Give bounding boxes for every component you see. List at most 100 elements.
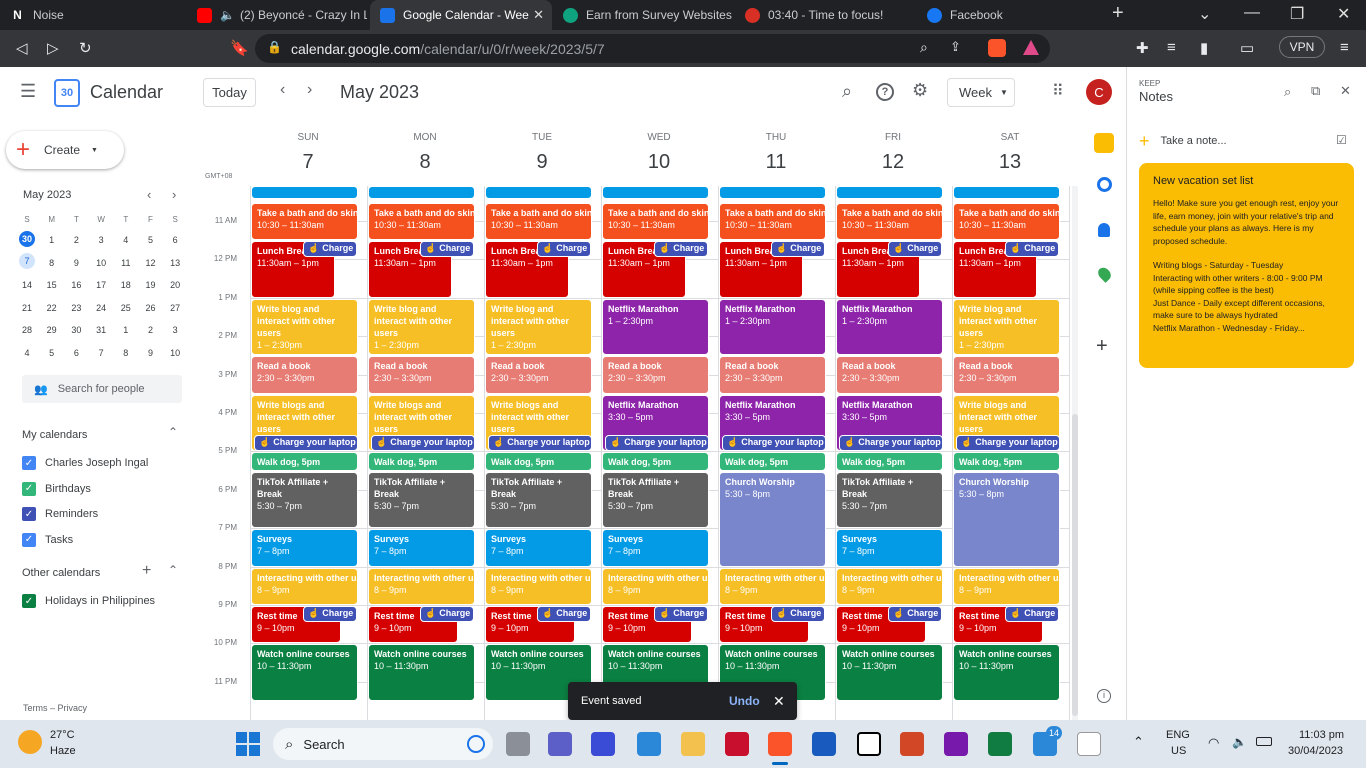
charge-laptop-reminder[interactable]: ☝ Charge	[771, 606, 825, 622]
playlist-icon[interactable]: ≡	[1167, 39, 1176, 56]
mini-next-icon[interactable]: ›	[172, 187, 176, 202]
calendar-event[interactable]: Interacting with other users8 – 9pm	[953, 567, 1060, 605]
charge-laptop-reminder[interactable]: ☝ Charge	[537, 606, 591, 622]
close-tab-icon[interactable]: ✕	[533, 7, 544, 23]
calendar-event[interactable]: Write blog and interact with other users…	[485, 298, 592, 356]
mini-day[interactable]: 26	[139, 303, 163, 313]
mini-day[interactable]: 27	[163, 303, 187, 313]
calendar-event[interactable]: Read a book 2:30 – 3:30pm	[953, 356, 1060, 394]
mini-day-selected[interactable]: 7	[19, 253, 35, 269]
contacts-icon[interactable]	[1098, 223, 1110, 237]
calendar-event[interactable]: Surveys 7 – 8pm	[602, 529, 709, 567]
calendar-event[interactable]: Take a bath and do skin 10:30 – 11:30am	[602, 202, 709, 241]
calendar-event[interactable]: Read a book 2:30 – 3:30pm	[719, 356, 826, 394]
mini-day[interactable]: 3	[163, 325, 187, 335]
mini-day[interactable]: 31	[89, 325, 113, 335]
calendar-event[interactable]: Walk dog, 5pm	[602, 452, 709, 471]
calendar-event[interactable]: Watch online courses 10 – 11:30pm	[953, 644, 1060, 701]
mini-day[interactable]: 13	[163, 258, 187, 268]
calendar-event[interactable]: Interacting with other users8 – 9pm	[368, 567, 475, 605]
calendar-event[interactable]: Surveys 7 – 8pm	[251, 529, 358, 567]
calendar-event[interactable]: Walk dog, 5pm	[251, 452, 358, 471]
grid-scrollbar[interactable]	[1072, 186, 1078, 720]
mini-day[interactable]: 9	[139, 348, 163, 358]
calendar-event[interactable]: Netflix Marathon 1 – 2:30pm	[602, 298, 709, 356]
calendar-event-partial[interactable]	[251, 186, 358, 199]
mini-day[interactable]: 9	[64, 258, 88, 268]
calendar-list-item[interactable]: ✓ Reminders	[22, 507, 98, 521]
tab-survey[interactable]: Earn from Survey Websites.	[553, 0, 733, 30]
charge-laptop-reminder[interactable]: ☝ Charge	[420, 606, 474, 622]
maps-icon[interactable]	[1095, 265, 1114, 283]
store-icon[interactable]	[637, 732, 661, 756]
calendar-event[interactable]: Walk dog, 5pm	[368, 452, 475, 471]
calendar-event[interactable]: TikTok Affiliate + Break 5:30 – 7pm	[368, 471, 475, 529]
word-icon[interactable]	[812, 732, 836, 756]
grid-scroll-thumb[interactable]	[1072, 414, 1078, 716]
calendar-list-item[interactable]: ✓ Birthdays	[22, 481, 91, 496]
calendar-event[interactable]: Interacting with other users8 – 9pm	[485, 567, 592, 605]
calendar-event[interactable]: Take a bath and do skin 10:30 – 11:30am	[836, 202, 943, 241]
day-number[interactable]: 8	[367, 151, 483, 174]
mini-day[interactable]: 17	[89, 280, 113, 290]
charge-laptop-reminder[interactable]: ☝ Charge	[771, 241, 825, 258]
calendar-list-item[interactable]: ✓ Charles Joseph Ingal	[22, 456, 148, 470]
mini-day[interactable]: 2	[139, 325, 163, 335]
mini-day[interactable]: 18	[114, 280, 138, 290]
day-number[interactable]: 7	[250, 151, 366, 174]
charge-laptop-reminder[interactable]: ☝ Charge	[537, 241, 591, 258]
calendar-event[interactable]: Write blog and interact with other users…	[953, 298, 1060, 356]
day-number[interactable]: 12	[835, 151, 951, 174]
calendar-event[interactable]: Netflix Marathon 1 – 2:30pm	[719, 298, 826, 356]
calendar-event[interactable]: Read a book 2:30 – 3:30pm	[836, 356, 943, 394]
add-calendar-icon[interactable]: +	[142, 562, 151, 580]
mini-day[interactable]: 24	[89, 303, 113, 313]
calendar-list-item[interactable]: ✓ Tasks	[22, 532, 73, 547]
prev-week-icon[interactable]: ‹	[280, 81, 285, 99]
task-view-icon[interactable]	[506, 732, 530, 756]
calendar-event[interactable]: Netflix Marathon 1 – 2:30pm	[836, 298, 943, 356]
calendar-event[interactable]: Read a book 2:30 – 3:30pm	[602, 356, 709, 394]
mini-day[interactable]: 5	[139, 235, 163, 245]
brave-shields-icon[interactable]	[988, 39, 1006, 57]
mini-day[interactable]: 6	[64, 348, 88, 358]
sidebar-icon[interactable]: ▮	[1200, 39, 1208, 57]
checkbox-checked-icon[interactable]: ✓	[22, 456, 36, 470]
mini-day[interactable]: 16	[64, 280, 88, 290]
mini-prev-icon[interactable]: ‹	[147, 187, 151, 202]
calendar-event[interactable]: Write blog and interact with other users…	[251, 298, 358, 356]
mini-day[interactable]: 23	[64, 303, 88, 313]
help-icon[interactable]: ?	[876, 83, 894, 101]
calendar-event[interactable]: TikTok Affiliate + Break 5:30 – 7pm	[485, 471, 592, 529]
mini-day[interactable]: 4	[15, 348, 39, 358]
checkbox-checked-icon[interactable]: ✓	[22, 507, 36, 521]
calendar-event[interactable]: Write blog and interact with other users…	[368, 298, 475, 356]
apps-grid-icon[interactable]: ⠿	[1052, 81, 1064, 101]
calendar-event[interactable]: Interacting with other users8 – 9pm	[251, 567, 358, 605]
mini-day[interactable]: 7	[89, 348, 113, 358]
start-windows-icon[interactable]	[236, 732, 260, 756]
taskbar-search[interactable]: ⌕ Search	[273, 728, 493, 760]
charge-laptop-reminder[interactable]: ☝ Charge your laptop	[839, 435, 943, 452]
mini-day[interactable]: 11	[114, 258, 138, 268]
calendar-event[interactable]: Watch online courses 10 – 11:30pm	[368, 644, 475, 701]
volume-icon[interactable]: 🔈	[1232, 735, 1247, 749]
collapse-other-calendars-icon[interactable]: ⌃	[168, 563, 178, 577]
calendar-event-partial[interactable]	[368, 186, 475, 199]
charge-laptop-reminder[interactable]: ☝ Charge your laptop	[488, 435, 592, 452]
notion-icon[interactable]	[857, 732, 881, 756]
calendar-event[interactable]: TikTok Affiliate + Break 5:30 – 7pm	[602, 471, 709, 529]
calendar-event[interactable]: Read a book 2:30 – 3:30pm	[485, 356, 592, 394]
calendar-event[interactable]: Surveys 7 – 8pm	[368, 529, 475, 567]
calendar-event[interactable]: Walk dog, 5pm	[953, 452, 1060, 471]
menu-icon[interactable]: ≡	[1340, 39, 1349, 56]
new-list-icon[interactable]: ☑	[1336, 133, 1347, 147]
onenote-icon[interactable]	[944, 732, 968, 756]
close-toast-icon[interactable]: ✕	[773, 693, 785, 710]
info-icon[interactable]: i	[1097, 689, 1111, 703]
vpn-button[interactable]: VPN	[1279, 36, 1325, 58]
mini-day[interactable]: 14	[15, 280, 39, 290]
charge-laptop-reminder[interactable]: ☝ Charge your laptop	[956, 435, 1060, 452]
bookmark-icon[interactable]: 🔖	[230, 39, 249, 57]
mini-day[interactable]: 21	[15, 303, 39, 313]
